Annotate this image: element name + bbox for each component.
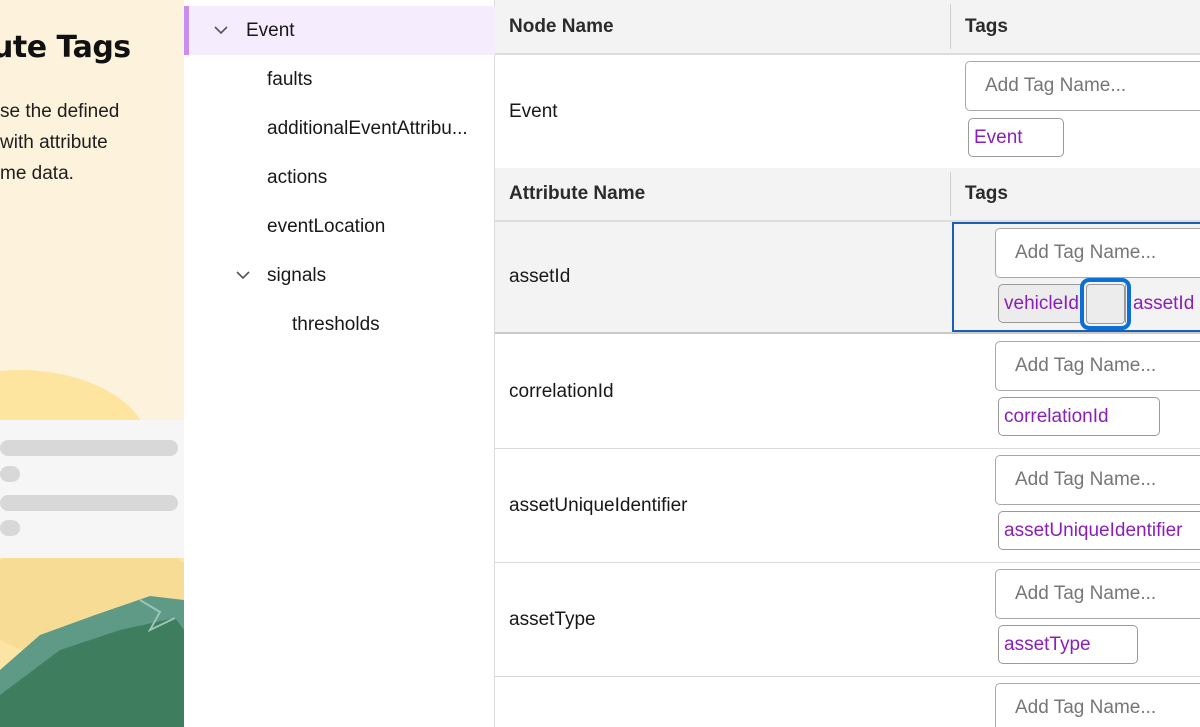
tree-item-faults[interactable]: faults bbox=[184, 55, 495, 104]
tag-pill[interactable]: assetType bbox=[998, 625, 1138, 664]
skeleton-bar bbox=[0, 466, 20, 482]
info-line: with attribute bbox=[0, 132, 108, 153]
tag-pill[interactable]: assetUniqueIdentifier bbox=[998, 511, 1200, 550]
tree-item-label: actions bbox=[267, 166, 328, 188]
tree-item-additional-event-attributes[interactable]: additionalEventAttribu... bbox=[184, 104, 495, 153]
node-row[interactable]: Event Add Tag Name... Event bbox=[495, 55, 1200, 169]
add-tag-input[interactable]: Add Tag Name... bbox=[995, 341, 1200, 391]
tree-item-label: faults bbox=[267, 68, 313, 90]
tree-item-signals[interactable]: signals bbox=[184, 251, 495, 300]
attribute-name: assetType bbox=[509, 608, 596, 630]
node-name: Event bbox=[509, 100, 558, 122]
tree-item-event-location[interactable]: eventLocation bbox=[184, 202, 495, 251]
column-divider[interactable] bbox=[950, 172, 951, 216]
info-title: ute Tags bbox=[0, 30, 131, 65]
attribute-row[interactable]: assetType Add Tag Name... assetType bbox=[495, 563, 1200, 677]
add-tag-input[interactable]: Add Tag Name... bbox=[995, 455, 1200, 505]
info-line: se the defined bbox=[0, 101, 120, 122]
skeleton-bar bbox=[0, 440, 178, 456]
tree-item-actions[interactable]: actions bbox=[184, 153, 495, 202]
tree-item-label: additionalEventAttribu... bbox=[267, 117, 468, 139]
info-panel: ute Tags se the defined with attribute m… bbox=[0, 0, 184, 727]
attribute-row[interactable]: correlationId Add Tag Name... correlatio… bbox=[495, 335, 1200, 449]
focused-tag-pill[interactable] bbox=[1080, 278, 1131, 330]
tree-item-label: eventLocation bbox=[267, 215, 386, 237]
column-header-tags: Tags bbox=[965, 183, 1008, 204]
skeleton-card bbox=[0, 420, 184, 558]
info-description: se the defined with attribute me data. bbox=[0, 96, 119, 189]
node-header-row: Node Name Tags bbox=[495, 0, 1200, 55]
tag-pill bbox=[1086, 284, 1125, 324]
tree-item-label: thresholds bbox=[292, 313, 380, 335]
tag-pill[interactable]: Event bbox=[968, 118, 1064, 157]
tag-pill[interactable]: correlationId bbox=[998, 397, 1160, 436]
column-header-tags: Tags bbox=[965, 15, 1008, 37]
skeleton-bar bbox=[0, 520, 20, 536]
info-line: me data. bbox=[0, 163, 74, 184]
attribute-name: assetId bbox=[509, 266, 571, 287]
tree-item-thresholds[interactable]: thresholds bbox=[184, 300, 495, 349]
attribute-row[interactable]: assetUniqueIdentifier Add Tag Name... as… bbox=[495, 449, 1200, 563]
chevron-down-icon[interactable] bbox=[236, 269, 250, 283]
tree-item-event[interactable]: Event bbox=[184, 6, 495, 55]
chevron-down-icon[interactable] bbox=[214, 24, 228, 38]
column-divider[interactable] bbox=[950, 4, 951, 49]
focused-cell-outline bbox=[952, 222, 1200, 332]
add-tag-input[interactable]: Add Tag Name... bbox=[965, 61, 1200, 111]
skeleton-bar bbox=[0, 495, 178, 511]
attribute-name: correlationId bbox=[509, 380, 614, 402]
tree-item-label: Event bbox=[246, 19, 295, 41]
column-header-node-name: Node Name bbox=[509, 15, 614, 37]
attribute-name: assetUniqueIdentifier bbox=[509, 494, 688, 516]
tags-table: Node Name Tags Event Add Tag Name... Eve… bbox=[495, 0, 1200, 727]
column-header-attribute-name: Attribute Name bbox=[509, 183, 646, 204]
node-tree: Event faults additionalEventAttribu... a… bbox=[184, 0, 495, 727]
tree-item-label: signals bbox=[267, 264, 327, 286]
add-tag-input[interactable]: Add Tag Name... bbox=[995, 569, 1200, 619]
attribute-header-row: Attribute Name Tags bbox=[495, 168, 1200, 222]
add-tag-input[interactable]: Add Tag Name... bbox=[995, 683, 1200, 727]
attribute-row[interactable]: Add Tag Name... bbox=[495, 677, 1200, 727]
